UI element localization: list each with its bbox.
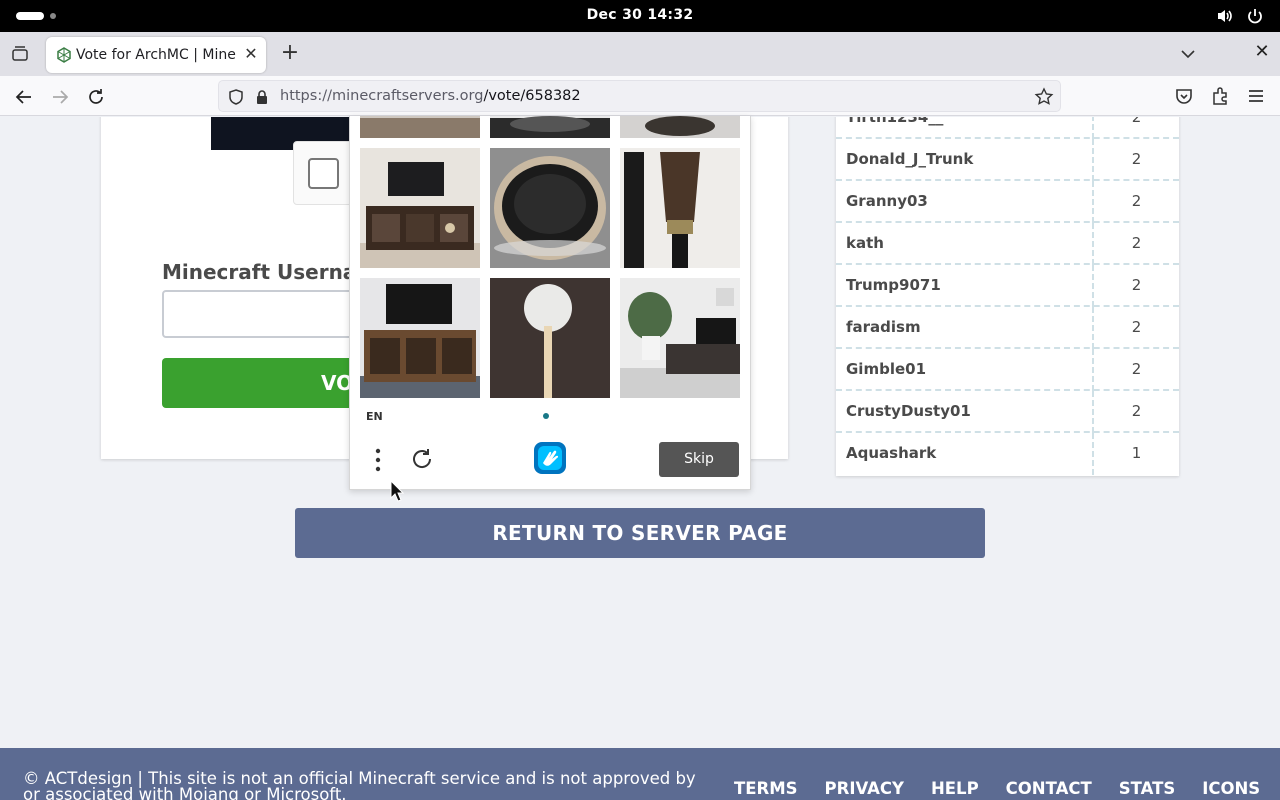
leaderboard-row: Donald_J_Trunk 2 (836, 139, 1179, 181)
leaderboard-vote-count: 2 (1131, 360, 1142, 378)
leaderboard-row: Gimble01 2 (836, 349, 1179, 391)
extensions-icon[interactable] (1209, 85, 1231, 107)
captcha-language[interactable]: EN (366, 410, 383, 423)
leaderboard-vote-count: 2 (1131, 150, 1142, 168)
leaderboard-vote-count: 2 (1131, 276, 1142, 294)
pocket-icon[interactable] (1173, 85, 1195, 107)
url-text: https://minecraftservers.org/vote/658382 (280, 88, 581, 104)
site-footer: © ACTdesign | This site is not an offici… (0, 748, 1280, 800)
reload-icon[interactable] (85, 86, 107, 108)
leaderboard-row: kath 2 (836, 223, 1179, 265)
footer-link-terms[interactable]: TERMS (734, 779, 798, 798)
captcha-tile-makeup-brush[interactable] (620, 148, 740, 268)
new-tab-icon[interactable]: + (280, 42, 300, 66)
tab-overview-icon[interactable] (10, 44, 30, 64)
window-close-icon[interactable]: ✕ (1252, 42, 1272, 62)
captcha-tile-partial[interactable] (360, 116, 480, 138)
leaderboard-row: Trump9071 2 (836, 265, 1179, 307)
leaderboard-vote-count: 2 (1131, 318, 1142, 336)
footer-link-stats[interactable]: STATS (1119, 779, 1176, 798)
refresh-challenge-icon[interactable] (409, 446, 435, 472)
tab-title: Vote for ArchMC | Minecraft (76, 47, 236, 63)
footer-link-help[interactable]: HELP (931, 779, 979, 798)
leaderboard-vote-count: 2 (1131, 234, 1142, 252)
tab-vote-archmc[interactable]: Vote for ArchMC | Minecraft ✕ (46, 37, 266, 73)
captcha-tile-feather-duster[interactable] (490, 278, 610, 398)
footer-links: TERMS PRIVACY HELP CONTACT STATS ICONS (734, 779, 1280, 798)
captcha-tile-frying-pan[interactable] (490, 148, 610, 268)
leaderboard-username: Aquashark (846, 444, 937, 462)
volume-icon[interactable] (1216, 7, 1234, 29)
chevron-down-icon[interactable] (1178, 44, 1198, 64)
leaderboard-username: Donald_J_Trunk (846, 150, 974, 168)
minecraftservers-favicon-icon (56, 47, 72, 63)
lock-icon[interactable] (253, 88, 271, 106)
footer-link-privacy[interactable]: PRIVACY (825, 779, 904, 798)
forward-arrow-icon[interactable] (49, 86, 71, 108)
leaderboard-row: Granny03 2 (836, 181, 1179, 223)
captcha-checkbox[interactable] (308, 158, 339, 189)
leaderboard-vote-count: 2 (1131, 192, 1142, 210)
browser-tab-strip: Vote for ArchMC | Minecraft ✕ + ✕ (0, 32, 1280, 76)
bookmark-star-icon[interactable] (1034, 87, 1054, 107)
vote-leaderboard: Tirth1234__ 2 Donald_J_Trunk 2 Granny03 2 kath… (836, 117, 1179, 476)
return-to-server-button[interactable]: RETURN TO SERVER PAGE (295, 508, 985, 558)
captcha-tile-tv-stand[interactable] (360, 278, 480, 398)
leaderboard-username: Gimble01 (846, 360, 927, 378)
leaderboard-username: Granny03 (846, 192, 928, 210)
address-bar[interactable]: https://minecraftservers.org/vote/658382 (218, 80, 1061, 112)
hcaptcha-challenge: EN Skip (349, 116, 751, 490)
leaderboard-username: faradism (846, 318, 921, 336)
leaderboard-row: Tirth1234__ 2 (836, 117, 1179, 139)
leaderboard-username: Tirth1234__ (846, 117, 944, 126)
back-arrow-icon[interactable] (13, 86, 35, 108)
copyright-text: © ACTdesign | This site is not an offici… (23, 769, 696, 800)
captcha-tile-partial[interactable] (620, 116, 740, 138)
more-options-icon[interactable] (370, 446, 386, 474)
leaderboard-vote-count: 2 (1131, 117, 1142, 126)
footer-link-contact[interactable]: CONTACT (1006, 779, 1092, 798)
tab-close-icon[interactable]: ✕ (242, 45, 260, 63)
hcaptcha-logo-icon[interactable] (533, 441, 567, 475)
captcha-tile-tv-stand[interactable] (360, 148, 480, 268)
browser-nav-bar: https://minecraftservers.org/vote/658382 (0, 76, 1280, 116)
leaderboard-username: CrustyDusty01 (846, 402, 971, 420)
leaderboard-row: CrustyDusty01 2 (836, 391, 1179, 433)
leaderboard-vote-count: 1 (1131, 444, 1142, 462)
leaderboard-username: Trump9071 (846, 276, 941, 294)
mouse-cursor-icon (390, 479, 405, 502)
captcha-tile-tv-stand-with-plant[interactable] (620, 278, 740, 398)
leaderboard-row: Aquashark 1 (836, 433, 1179, 475)
captcha-page-indicator (543, 413, 549, 419)
leaderboard-username: kath (846, 234, 884, 252)
tracking-protection-shield-icon[interactable] (227, 88, 245, 106)
skip-button[interactable]: Skip (659, 442, 739, 477)
power-icon[interactable] (1246, 7, 1264, 29)
footer-link-icons[interactable]: ICONS (1202, 779, 1260, 798)
hamburger-menu-icon[interactable] (1245, 85, 1267, 107)
system-top-bar: Dec 30 14:32 (0, 0, 1280, 32)
leaderboard-row: faradism 2 (836, 307, 1179, 349)
leaderboard-vote-count: 2 (1131, 402, 1142, 420)
system-clock[interactable]: Dec 30 14:32 (0, 7, 1280, 23)
captcha-tile-partial[interactable] (490, 116, 610, 138)
